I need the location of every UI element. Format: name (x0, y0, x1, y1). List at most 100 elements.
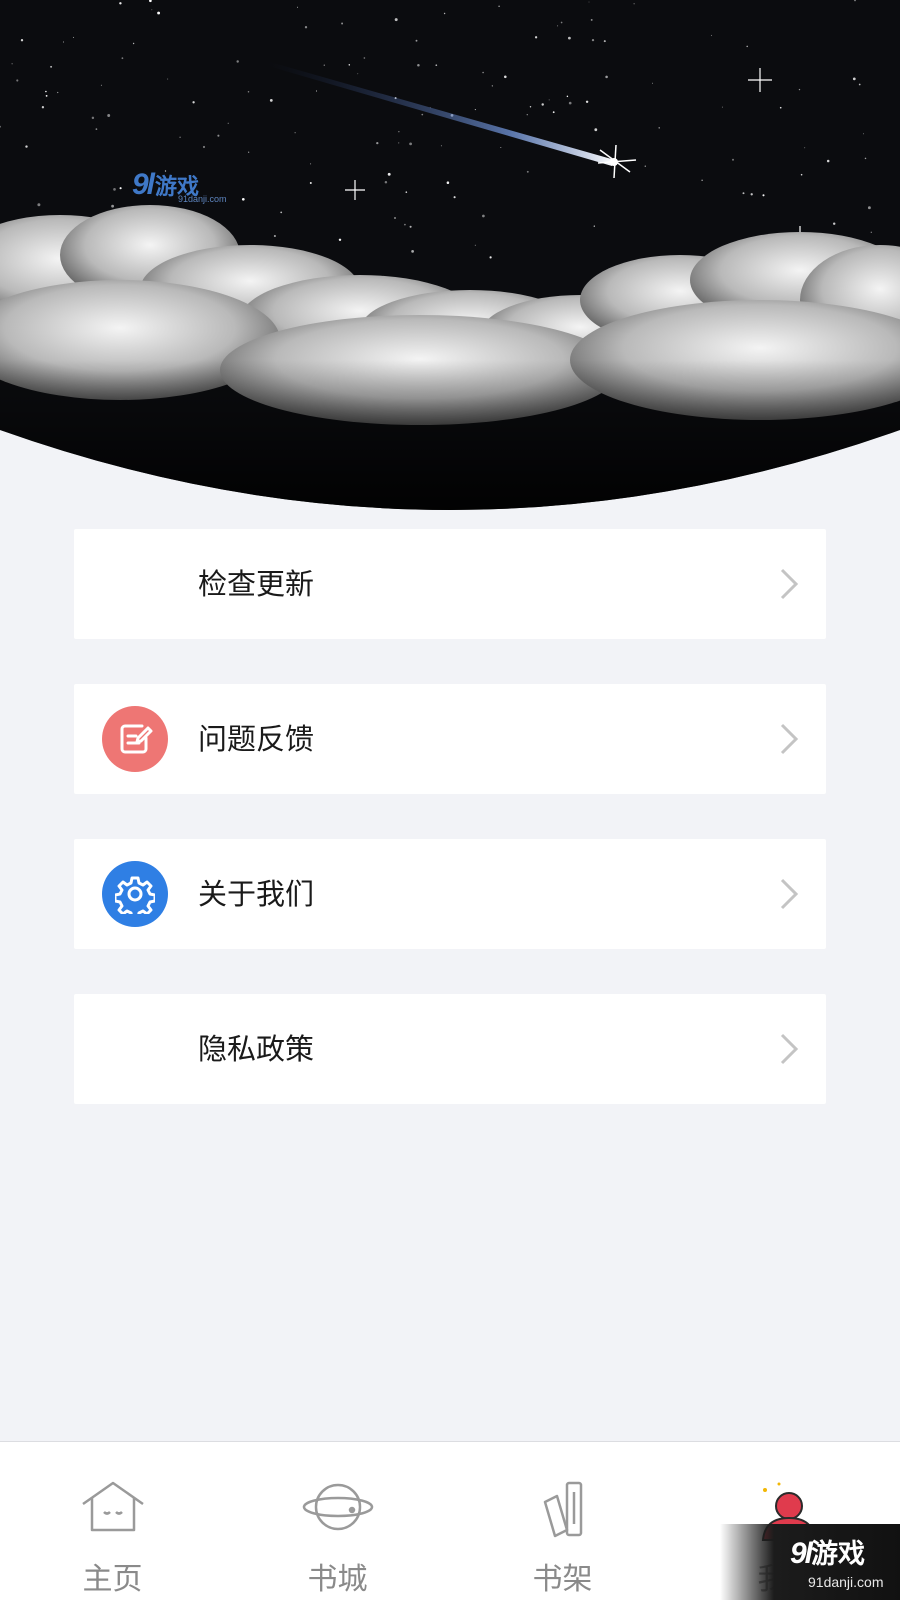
star (316, 90, 317, 92)
star (591, 38, 595, 42)
star (357, 73, 359, 75)
about-us-item[interactable]: 关于我们 (74, 839, 826, 949)
chevron-right-icon (778, 722, 800, 760)
star (826, 159, 830, 163)
star (341, 22, 344, 25)
star (310, 163, 312, 165)
star (394, 217, 396, 219)
star (348, 64, 351, 66)
star (409, 142, 412, 146)
star (107, 114, 111, 117)
gear-icon (102, 861, 168, 927)
star (415, 39, 418, 42)
star (548, 99, 550, 101)
star (297, 6, 298, 8)
star (762, 194, 765, 197)
star (25, 145, 28, 148)
star (440, 145, 442, 147)
star (179, 136, 181, 138)
star (247, 90, 250, 93)
star (588, 1, 590, 3)
star (568, 36, 571, 40)
star (590, 18, 593, 21)
star (376, 141, 379, 145)
star (658, 127, 660, 129)
star (45, 90, 47, 93)
check-update-item[interactable]: 检查更新 (74, 529, 826, 639)
tab-bookshelf-label: 书架 (532, 1562, 593, 1597)
star (489, 256, 492, 259)
star (91, 116, 95, 120)
chevron-right-icon (778, 1032, 800, 1070)
star (50, 65, 53, 68)
star (534, 36, 538, 39)
star (111, 204, 114, 208)
check-update-label: 检查更新 (198, 567, 315, 601)
star (651, 82, 653, 84)
star (304, 26, 308, 29)
star (482, 71, 484, 74)
star (644, 165, 646, 167)
tab-home-label: 主页 (82, 1562, 143, 1597)
star (858, 83, 861, 86)
tab-home[interactable]: 主页 (0, 1442, 225, 1601)
privacy-policy-item[interactable]: 隐私政策 (74, 994, 826, 1104)
star (593, 225, 595, 227)
star (387, 172, 391, 176)
star (309, 181, 312, 185)
star (498, 5, 500, 8)
star (870, 231, 872, 233)
feedback-item[interactable]: 问题反馈 (74, 684, 826, 794)
watermark-logo: 9l游戏 91danji.com (132, 168, 227, 204)
watermark-corner: 9l游戏 91danji.com (720, 1524, 900, 1600)
star (273, 234, 276, 238)
star (338, 238, 342, 242)
star (248, 151, 250, 153)
star (119, 2, 122, 5)
star (132, 42, 135, 45)
night-sky-image (0, 0, 900, 510)
tab-bookstore[interactable]: 书城 (225, 1442, 450, 1601)
star (294, 132, 296, 134)
settings-menu: 检查更新 问题反馈 关于我们 隐私政策 (74, 529, 826, 1149)
chevron-right-icon (778, 877, 800, 915)
star (57, 91, 59, 94)
star (529, 106, 532, 108)
star (474, 244, 476, 246)
tab-bookshelf[interactable]: 书架 (450, 1442, 675, 1601)
feedback-label: 问题反馈 (198, 722, 315, 756)
star (384, 180, 388, 184)
star (192, 101, 195, 104)
star (269, 99, 273, 102)
star (526, 170, 529, 173)
star (863, 133, 864, 135)
star (798, 88, 801, 91)
edit-note-icon (102, 706, 168, 772)
star (800, 173, 803, 176)
star (20, 39, 24, 42)
about-us-label: 关于我们 (198, 877, 315, 911)
star (557, 25, 559, 27)
star (742, 192, 745, 195)
star (504, 75, 507, 79)
star (411, 250, 414, 253)
star (217, 134, 220, 137)
star (119, 187, 122, 190)
star (482, 214, 485, 218)
star (202, 145, 206, 149)
star (121, 57, 124, 60)
star (280, 211, 283, 214)
star (867, 206, 871, 210)
star (11, 63, 13, 65)
star (541, 103, 544, 106)
star (804, 147, 806, 149)
star (864, 157, 867, 160)
star (409, 225, 412, 228)
star (241, 197, 245, 201)
tab-bookstore-label: 书城 (307, 1562, 368, 1597)
star (605, 75, 608, 79)
star (16, 79, 19, 82)
star (710, 34, 713, 37)
star (594, 128, 598, 132)
star (443, 12, 446, 15)
